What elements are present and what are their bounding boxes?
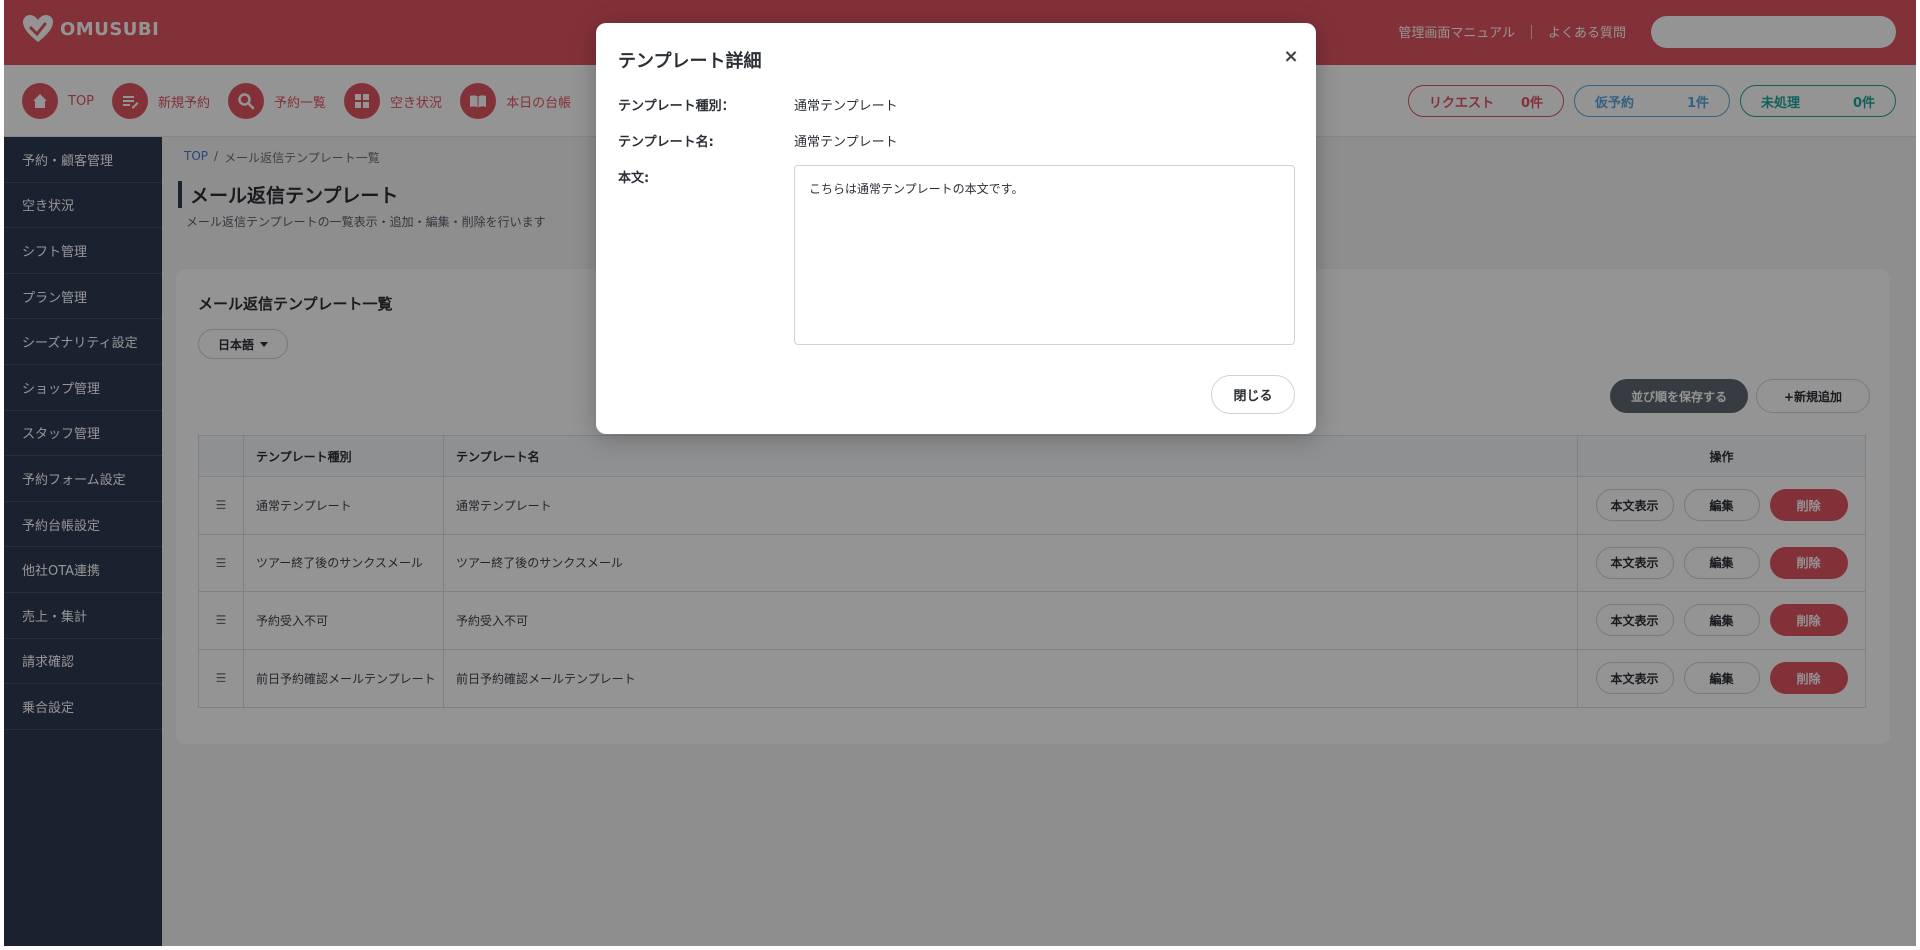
template-type-label: テンプレート種別：	[618, 99, 735, 114]
modal-close-button[interactable]: 閉じる	[1211, 375, 1295, 414]
template-body-textarea[interactable]: こちらは通常テンプレートの本文です。	[794, 165, 1295, 345]
modal-title: テンプレート詳細	[618, 51, 762, 72]
template-type-value: 通常テンプレート	[794, 99, 898, 114]
template-body-label: 本文:	[618, 171, 650, 186]
close-icon[interactable]: ×	[1280, 45, 1302, 67]
app-window: OMUSUBI 管理画面マニュアル よくある質問 TOP 新規予約 予約一覧 空…	[4, 0, 1916, 946]
template-name-label: テンプレート名:	[618, 135, 714, 150]
template-detail-modal: テンプレート詳細 × テンプレート種別： 通常テンプレート テンプレート名: 通…	[596, 23, 1316, 434]
template-name-value: 通常テンプレート	[794, 135, 898, 150]
